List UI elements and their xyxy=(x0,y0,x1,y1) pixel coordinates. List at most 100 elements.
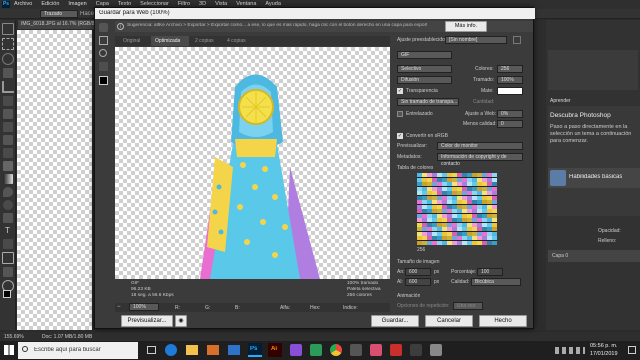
color-swatch[interactable] xyxy=(432,240,437,245)
color-swatch[interactable] xyxy=(462,182,467,187)
color-swatch[interactable] xyxy=(477,191,482,196)
color-swatch[interactable] xyxy=(422,200,427,205)
color-swatch[interactable] xyxy=(427,240,432,245)
color-swatch[interactable] xyxy=(452,227,457,232)
color-swatch[interactable] xyxy=(467,191,472,196)
color-swatch[interactable] xyxy=(457,218,462,223)
color-swatch[interactable] xyxy=(482,173,487,178)
color-swatch[interactable] xyxy=(422,240,427,245)
pen-icon[interactable] xyxy=(2,213,13,223)
lasso-icon[interactable] xyxy=(1,53,14,65)
zoom-select[interactable]: 100% xyxy=(129,303,159,311)
tab-4up[interactable]: 4 copias xyxy=(227,38,246,44)
app-icon-5[interactable] xyxy=(390,344,402,356)
app-icon-3[interactable] xyxy=(350,344,362,356)
color-swatch[interactable] xyxy=(442,200,447,205)
color-swatch[interactable] xyxy=(442,204,447,209)
color-swatch[interactable] xyxy=(437,240,442,245)
color-swatch[interactable] xyxy=(427,222,432,227)
color-swatch[interactable] xyxy=(427,213,432,218)
browser-icon[interactable]: ◉ xyxy=(175,315,187,327)
width-input[interactable]: 600 xyxy=(405,268,431,276)
shape-icon[interactable] xyxy=(1,252,14,264)
color-swatch[interactable] xyxy=(457,231,462,236)
color-swatch[interactable] xyxy=(477,240,482,245)
color-swatch[interactable] xyxy=(472,240,477,245)
color-swatch[interactable] xyxy=(447,240,452,245)
color-swatch[interactable] xyxy=(442,177,447,182)
color-swatch[interactable] xyxy=(487,231,492,236)
color-swatch[interactable] xyxy=(422,204,427,209)
color-swatch[interactable] xyxy=(477,177,482,182)
color-swatch[interactable] xyxy=(492,191,497,196)
color-swatch[interactable] xyxy=(432,204,437,209)
color-swatch[interactable] xyxy=(442,218,447,223)
color-swatch[interactable] xyxy=(472,177,477,182)
color-swatch[interactable] xyxy=(467,200,472,205)
color-swatch[interactable] xyxy=(487,227,492,232)
tab-original[interactable]: Original xyxy=(123,38,140,44)
color-swatch[interactable] xyxy=(437,236,442,241)
color-swatch[interactable] xyxy=(467,186,472,191)
mail-icon[interactable] xyxy=(228,345,240,355)
color-swatch[interactable] xyxy=(452,231,457,236)
color-swatch[interactable] xyxy=(447,231,452,236)
color-swatch[interactable] xyxy=(467,222,472,227)
color-swatch[interactable] xyxy=(457,200,462,205)
color-swatch[interactable] xyxy=(442,186,447,191)
color-swatch[interactable] xyxy=(422,191,427,196)
color-swatch[interactable] xyxy=(417,186,422,191)
color-swatch[interactable] xyxy=(417,231,422,236)
color-swatch[interactable] xyxy=(492,209,497,214)
color-swatch[interactable] xyxy=(452,200,457,205)
color-swatch[interactable] xyxy=(462,204,467,209)
color-swatch[interactable] xyxy=(452,213,457,218)
eyedropper-color-swatch[interactable] xyxy=(99,76,108,85)
learn-panel-title[interactable]: Aprender xyxy=(550,98,571,104)
color-swatch[interactable] xyxy=(447,186,452,191)
color-swatch[interactable] xyxy=(482,177,487,182)
color-swatch[interactable] xyxy=(472,213,477,218)
clock-date[interactable]: 17/01/2019 xyxy=(590,351,618,357)
color-swatch[interactable] xyxy=(462,231,467,236)
color-swatch[interactable] xyxy=(422,186,427,191)
chrome-icon[interactable] xyxy=(330,344,342,356)
color-swatch[interactable] xyxy=(427,227,432,232)
color-swatch[interactable] xyxy=(457,177,462,182)
color-swatch[interactable] xyxy=(427,173,432,178)
color-swatch[interactable] xyxy=(492,231,497,236)
color-swatch[interactable] xyxy=(432,236,437,241)
save-button[interactable]: Guardar... xyxy=(371,315,419,327)
color-swatch[interactable] xyxy=(437,177,442,182)
color-swatch[interactable] xyxy=(437,191,442,196)
color-swatch[interactable] xyxy=(492,204,497,209)
zoom-status[interactable]: 155.69% xyxy=(4,334,24,340)
color-swatch[interactable] xyxy=(482,222,487,227)
color-swatch[interactable] xyxy=(482,213,487,218)
color-swatch[interactable] xyxy=(482,186,487,191)
color-swatch[interactable] xyxy=(442,191,447,196)
edge-icon[interactable] xyxy=(165,344,177,356)
color-swatch[interactable] xyxy=(477,173,482,178)
color-swatch[interactable] xyxy=(492,213,497,218)
loop-select[interactable]: Una vez xyxy=(453,302,483,310)
color-swatch[interactable] xyxy=(452,173,457,178)
color-swatch[interactable] xyxy=(477,200,482,205)
stamp-icon[interactable] xyxy=(2,135,13,145)
color-swatch[interactable] xyxy=(462,209,467,214)
ps-logo-icon[interactable]: Ps xyxy=(2,1,10,8)
zoom-minus-icon[interactable]: − xyxy=(117,304,121,310)
color-swatch[interactable] xyxy=(492,182,497,187)
interlaced-checkbox[interactable] xyxy=(397,111,403,117)
color-swatch[interactable] xyxy=(457,240,462,245)
foreground-color-swatch[interactable] xyxy=(3,290,11,298)
color-swatch[interactable] xyxy=(427,204,432,209)
color-swatch[interactable] xyxy=(437,227,442,232)
color-swatch[interactable] xyxy=(422,195,427,200)
color-swatch[interactable] xyxy=(472,173,477,178)
color-swatch[interactable] xyxy=(492,177,497,182)
eyedropper-tool-icon[interactable] xyxy=(99,62,108,71)
color-swatch[interactable] xyxy=(427,182,432,187)
color-swatch[interactable] xyxy=(452,204,457,209)
color-swatch[interactable] xyxy=(492,218,497,223)
